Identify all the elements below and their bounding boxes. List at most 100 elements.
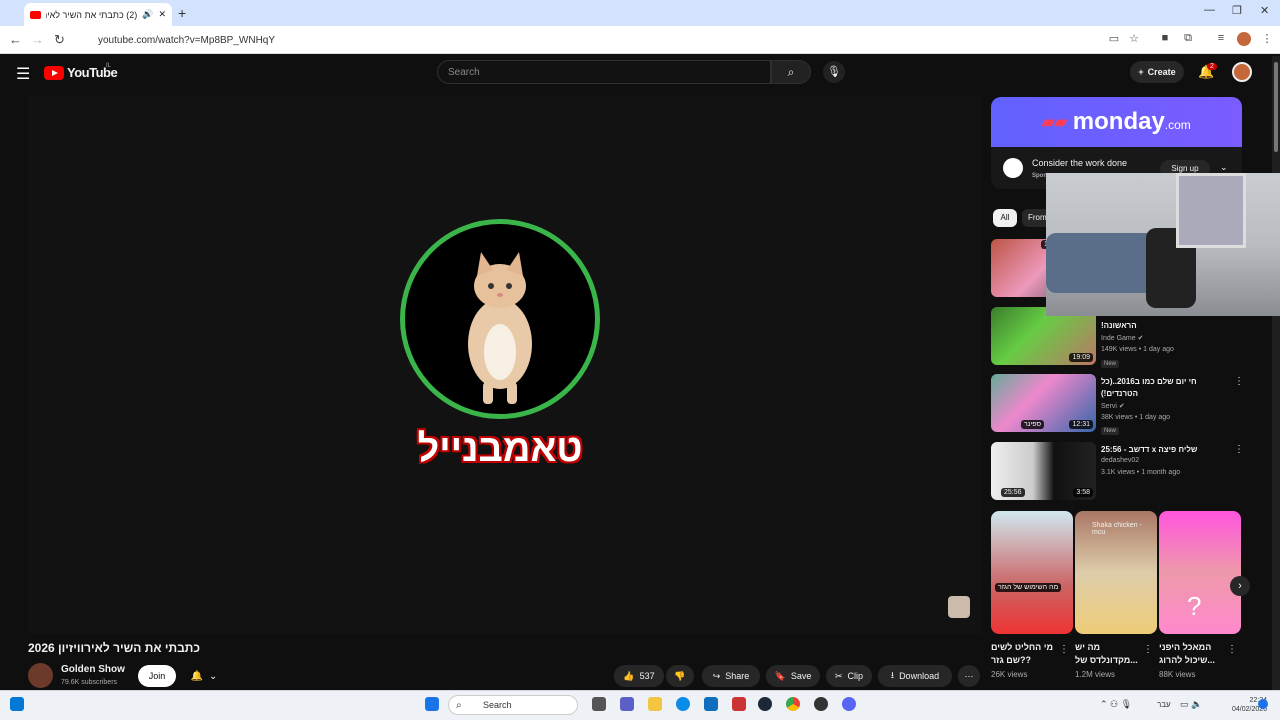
short-menu-icon[interactable]: ⋮ [1227, 644, 1237, 655]
ad-banner[interactable]: ▰▰ monday .com [991, 97, 1242, 147]
browser-tab-strip [0, 0, 1280, 26]
more-actions-icon[interactable]: ⋯ [958, 665, 980, 687]
rec-menu-icon[interactable]: ⋮ [1234, 444, 1244, 455]
extension-icon[interactable]: ■ [1158, 32, 1172, 46]
network-volume-icon[interactable]: ▭ 🔈 [1180, 699, 1202, 710]
task-view-icon[interactable] [592, 697, 606, 711]
reload-icon[interactable]: ↻ [54, 32, 65, 48]
short-menu-icon[interactable]: ⋮ [1059, 644, 1069, 655]
like-count: 537 [639, 671, 655, 681]
minimize-button[interactable]: — [1204, 4, 1215, 16]
language-indicator[interactable]: עבר [1157, 700, 1171, 709]
monday-logo-icon: ▰▰ [1042, 114, 1067, 131]
question-mark-icon: ? [1187, 591, 1202, 621]
bookmark-icon: 🔖 [774, 670, 786, 681]
back-icon[interactable]: ← [9, 32, 22, 47]
dislike-button[interactable]: 👎 [666, 665, 694, 687]
chip-all[interactable]: All [993, 209, 1017, 227]
teams-icon[interactable] [620, 697, 634, 711]
obs-icon[interactable] [814, 697, 828, 711]
widgets-icon[interactable] [10, 697, 24, 711]
verified-icon: ✔ [1137, 335, 1144, 342]
scissors-icon: ✂ [834, 670, 843, 681]
microphone-icon[interactable]: 🎙 [823, 61, 845, 83]
url-field[interactable]: youtube.com/watch?v=Mp8BP_WNHqY [80, 30, 1110, 50]
short-caption: מה השימוש של הגזר [995, 583, 1062, 592]
short-title[interactable]: המאכל היפני ...שיכול להרוג [1159, 641, 1227, 667]
video-duration: 19:09 [1069, 353, 1093, 362]
steam-icon[interactable] [758, 697, 772, 711]
audio-icon[interactable]: 🔊 [142, 9, 153, 20]
short-title[interactable]: מי החליט לשים ??שם גזר [991, 641, 1059, 667]
short-thumbnail[interactable]: מה השימוש של הגזר [991, 511, 1073, 634]
rec-thumbnail[interactable]: ספינר 12:31 [991, 374, 1096, 432]
search-icon[interactable]: ⌕ [771, 60, 811, 84]
short-views: 88K views [1159, 670, 1196, 679]
hamburger-menu-icon[interactable]: ☰ [16, 64, 30, 84]
tab-close-icon[interactable]: ✕ [158, 9, 166, 20]
rec-channel-name: Servi [1101, 403, 1117, 410]
rec-title[interactable]: הראשונה! [1101, 320, 1231, 332]
subscriber-count: 79.6K subscribers [61, 679, 118, 686]
rec-channel[interactable]: dedashev02 [1101, 457, 1139, 464]
windows-taskbar [0, 690, 1280, 720]
chrome-icon[interactable] [786, 697, 800, 711]
short-thumbnail[interactable]: Shaka chicken - mcu [1075, 511, 1157, 634]
subscribe-notify-button[interactable]: 🔔 ⌄ [182, 665, 226, 687]
rec-title[interactable]: שליח פיצה x דדשב - 25:56 [1101, 444, 1231, 456]
window-shape [1176, 173, 1246, 248]
browser-tab[interactable]: (2) כתבתי את השיר לאירוויזיון 🔊 ✕ [24, 3, 172, 26]
create-button[interactable]: + Create [1130, 61, 1184, 83]
cast-icon[interactable]: ▭ [1107, 32, 1121, 46]
webcam-overlay [1046, 173, 1280, 316]
save-button[interactable]: 🔖 Save [766, 665, 820, 687]
app-icon[interactable] [732, 697, 746, 711]
store-icon[interactable] [704, 697, 718, 711]
new-tab-button[interactable]: + [178, 5, 186, 21]
extensions-puzzle-icon[interactable]: ⧉ [1181, 32, 1195, 46]
windows-start-icon[interactable] [425, 697, 439, 711]
short-title[interactable]: מה יש ...מקדונלדס של [1075, 641, 1143, 667]
window-close-button[interactable]: ✕ [1260, 4, 1269, 17]
rec-menu-icon[interactable]: ⋮ [1234, 376, 1244, 387]
download-button[interactable]: ⭳ Download [878, 665, 952, 687]
profile-avatar-icon[interactable] [1237, 32, 1251, 46]
share-button[interactable]: ↪ Share [702, 665, 760, 687]
forward-icon[interactable]: → [31, 32, 44, 47]
share-icon: ↪ [712, 670, 721, 681]
notification-center-icon[interactable] [1258, 699, 1268, 709]
channel-watermark[interactable] [948, 596, 970, 618]
edge-icon[interactable] [676, 697, 690, 711]
tray-icons[interactable]: ⌃ ⚇ 🎙 [1100, 699, 1132, 710]
rec-title[interactable]: חי יום שלם כמו ב2016..(כל הטרנדים!) [1101, 376, 1231, 400]
chevron-right-icon[interactable]: › [1230, 576, 1250, 596]
short-thumbnail[interactable]: ? [1159, 511, 1241, 634]
ad-advertiser-icon[interactable] [1003, 158, 1023, 178]
chevron-down-icon[interactable]: ⌄ [1220, 162, 1228, 173]
search-input[interactable]: Search [437, 60, 771, 84]
media-control-icon[interactable]: ≡ [1214, 32, 1228, 46]
maximize-button[interactable]: ❐ [1232, 4, 1242, 17]
like-button[interactable]: 👍 537 [614, 665, 664, 687]
account-avatar[interactable] [1232, 62, 1252, 82]
rec-channel[interactable]: Servi ✔ [1101, 402, 1125, 410]
rec-thumbnail[interactable]: 25:56 3:58 [991, 442, 1096, 500]
save-label: Save [790, 671, 812, 681]
browser-menu-icon[interactable]: ⋮ [1260, 32, 1274, 46]
file-explorer-icon[interactable] [648, 697, 662, 711]
search-icon: ⌕ [456, 700, 462, 711]
join-button[interactable]: Join [138, 665, 176, 687]
short-menu-icon[interactable]: ⋮ [1143, 644, 1153, 655]
notification-badge: 2 [1207, 63, 1217, 70]
channel-avatar[interactable] [28, 663, 53, 688]
clip-button[interactable]: ✂ Clip [826, 665, 872, 687]
tab-title: (2) כתבתי את השיר לאירוויזיון [46, 9, 138, 20]
taskbar-search[interactable]: Search [448, 695, 578, 715]
youtube-favicon-icon [30, 10, 41, 19]
channel-name[interactable]: Golden Show [61, 664, 125, 675]
bookmark-star-icon[interactable]: ☆ [1127, 32, 1141, 46]
rec-channel[interactable]: Inde Game ✔ [1101, 334, 1143, 342]
share-label: Share [725, 671, 750, 681]
discord-icon[interactable] [842, 697, 856, 711]
scrollbar-thumb[interactable] [1274, 62, 1278, 152]
